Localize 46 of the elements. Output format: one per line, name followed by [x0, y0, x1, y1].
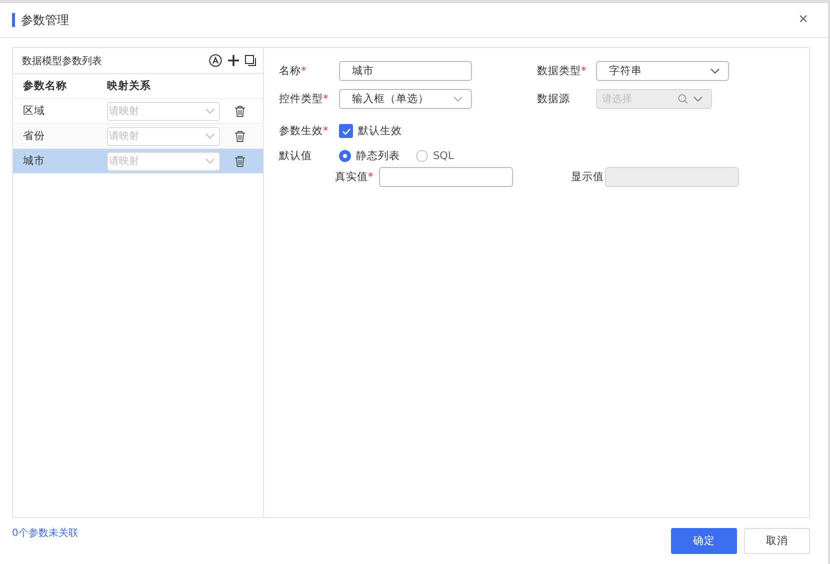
param-name: 区域 — [23, 104, 46, 118]
param-row[interactable]: 城市 请映射 — [13, 149, 263, 174]
param-row[interactable]: 区域 请映射 — [13, 99, 263, 124]
chevron-down-icon — [453, 96, 463, 102]
circled-a-icon[interactable] — [209, 54, 222, 67]
real-value-input[interactable] — [379, 167, 513, 187]
chevron-down-icon — [693, 96, 703, 102]
param-name: 城市 — [23, 154, 46, 168]
field-label: 控件类型* — [279, 92, 330, 106]
chevron-down-icon — [205, 108, 215, 114]
check-icon — [342, 128, 350, 134]
trash-icon[interactable] — [235, 156, 245, 166]
chevron-down-icon — [205, 158, 215, 164]
plus-icon[interactable] — [228, 55, 239, 66]
field-label: 数据类型* — [537, 64, 588, 78]
checkbox[interactable] — [339, 124, 353, 138]
param-name: 省份 — [23, 129, 46, 143]
copy-icon[interactable] — [245, 54, 257, 66]
cancel-button[interactable]: 取消 — [744, 528, 810, 554]
radio-button[interactable] — [416, 150, 428, 162]
control-type-select[interactable]: 输入框（单选） — [339, 89, 472, 109]
field-label: 真实值* — [335, 170, 374, 184]
search-icon — [678, 94, 688, 104]
radio-label: SQL — [433, 150, 454, 162]
column-header: 参数名称 — [23, 79, 68, 93]
field-label: 名称* — [279, 64, 308, 78]
trash-icon[interactable] — [235, 130, 245, 142]
confirm-button[interactable]: 确定 — [671, 528, 737, 554]
list-title: 数据模型参数列表 — [22, 54, 102, 68]
field-label: 默认值 — [279, 149, 313, 163]
field-label: 参数生效* — [279, 124, 330, 138]
field-label: 显示值 — [571, 170, 605, 184]
unlinked-count-link[interactable]: 0个参数未关联 — [12, 526, 78, 554]
chevron-down-icon — [710, 68, 720, 74]
radio-button[interactable] — [339, 150, 351, 162]
column-header: 映射关系 — [107, 79, 152, 93]
trash-icon[interactable] — [235, 106, 245, 116]
close-button[interactable]: × — [798, 11, 808, 29]
dialog-title: 参数管理 — [12, 13, 69, 27]
name-input[interactable]: 城市 — [339, 61, 472, 81]
data-type-select[interactable]: 字符串 — [596, 61, 729, 81]
param-row[interactable]: 省份 请映射 — [13, 124, 263, 149]
radio-label: 静态列表 — [356, 149, 400, 163]
field-label: 数据源 — [537, 92, 571, 106]
checkbox-label: 默认生效 — [358, 124, 402, 138]
chevron-down-icon — [205, 133, 215, 139]
